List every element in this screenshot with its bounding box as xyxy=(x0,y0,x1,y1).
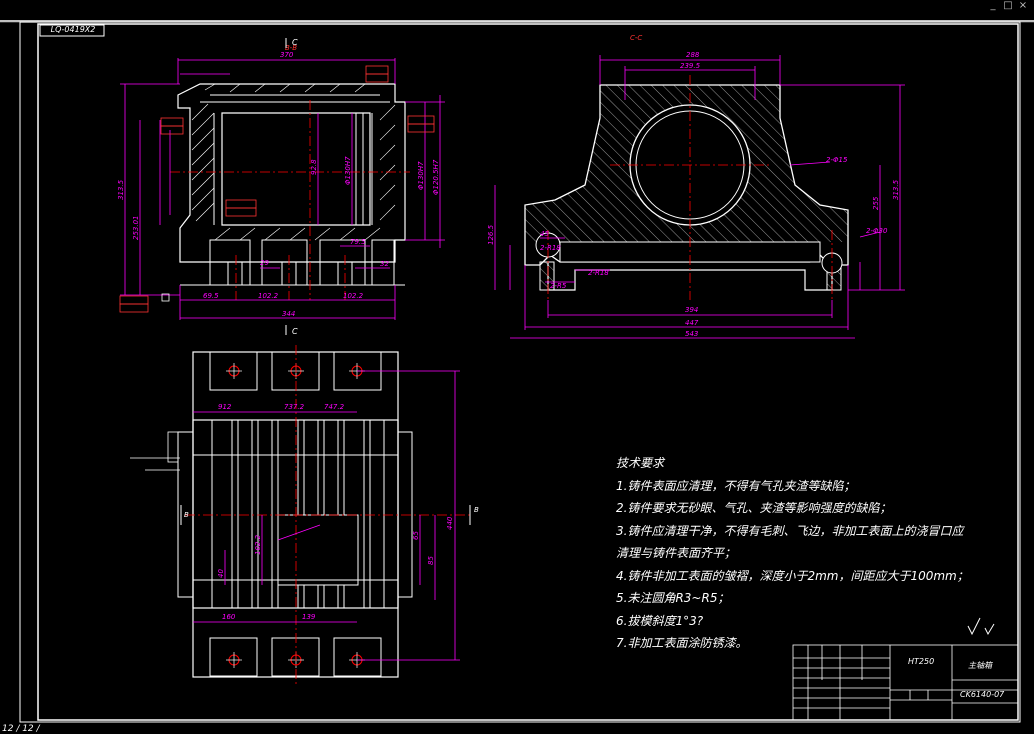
dim-right-hole: 2-Φ15 xyxy=(826,156,848,164)
title-material: HT250 xyxy=(908,657,934,666)
cut-marker-b-left: B xyxy=(184,511,189,519)
dim-plan-w3: 747.2 xyxy=(324,403,345,411)
dim-right-bottom1: 394 xyxy=(685,306,698,314)
dim-left-height: 313.5 xyxy=(117,179,125,200)
dim-left-bottom-c: 102.2 xyxy=(343,292,364,300)
dim-left-top: 370 xyxy=(280,51,294,59)
cut-marker-c-top: C xyxy=(292,38,298,47)
dim-plan-w1: 912 xyxy=(218,403,232,411)
dim-plan-small: 40 xyxy=(217,569,225,578)
dim-left-bottom-a: 69.5 xyxy=(203,292,219,300)
tech-item-5: 5.未注圆角R3~R5； xyxy=(616,591,730,605)
cut-marker-c-bottom: C xyxy=(292,327,298,336)
drawing-id-label: LQ-0419X2 xyxy=(50,25,96,34)
title-block xyxy=(792,644,1019,721)
title-part-number: CK6140-07 xyxy=(960,690,1005,699)
tech-item-3-cont: 清理与铸件表面齐平； xyxy=(616,546,737,560)
dim-right-h2: 255 xyxy=(872,196,880,210)
title-name: 主轴箱 xyxy=(968,661,994,670)
dim-left-bottom-b: 102.2 xyxy=(258,292,279,300)
dim-plan-h2: 85 xyxy=(427,556,435,565)
status-text: 12 / 12 / xyxy=(2,724,40,734)
dim-right-hole3-b: 2-R18 xyxy=(588,269,609,277)
dim-right-small-1: 45 xyxy=(540,230,549,238)
dim-right-height: 313.5 xyxy=(892,179,900,200)
tech-item-6: 6.拔模斜度1°3? xyxy=(616,613,704,628)
dim-right-bottom3: 543 xyxy=(685,330,698,338)
dim-right-top: 288 xyxy=(686,51,700,59)
dim-left-bottom-total: 344 xyxy=(282,310,295,318)
dim-left-small-3: 32 xyxy=(380,260,389,268)
dim-right-hole3-c: 2-R5 xyxy=(550,282,567,290)
tech-item-2: 2.铸件要求无砂眼、气孔、夹渣等影响强度的缺陷； xyxy=(616,501,892,515)
tech-item-4: 4.铸件非加工表面的皱褶，深度小于2mm，间距应大于100mm； xyxy=(616,568,969,583)
dim-left-height2: 253.01 xyxy=(132,216,140,241)
cut-marker-b-right: B xyxy=(474,506,479,514)
dim-right-left-h: 126.5 xyxy=(487,224,495,245)
plan-view: 912 737.2 747.2 440 160 139 65 85 102.2 … xyxy=(130,345,479,685)
dim-left-bore2: Φ120.5H7 xyxy=(432,159,440,195)
section-view-cc: C-C 288 239.5 394 447 543 313.5 255 126.… xyxy=(487,34,905,339)
dim-left-bore-b: Φ130H7 xyxy=(417,161,425,190)
dim-right-bottom2: 447 xyxy=(685,319,699,327)
dim-right-hole2: 2-Φ30 xyxy=(866,227,888,235)
dim-plan-w2: 737.2 xyxy=(284,403,305,411)
dim-right-hole3: 2-R18 xyxy=(540,244,561,252)
tech-item-3: 3.铸件应清理干净，不得有毛刺、飞边，非加工表面上的浇冒口应 xyxy=(616,523,964,538)
dim-left-small-1: 29 xyxy=(260,259,269,267)
roughness-symbol xyxy=(967,617,995,636)
tech-requirements: 技术要求 1.铸件表面应清理，不得有气孔夹渣等缺陷； 2.铸件要求无砂眼、气孔、… xyxy=(616,452,969,655)
dim-plan-b2: 139 xyxy=(302,613,316,621)
dim-plan-height: 440 xyxy=(446,516,454,530)
dim-left-inner: 92.8 xyxy=(310,159,318,175)
tech-item-7: 7.非加工表面涂防锈漆。 xyxy=(616,636,748,650)
dim-plan-b1: 160 xyxy=(222,613,236,621)
section-label-cc: C-C xyxy=(630,34,642,42)
dim-left-bore: Φ130H7 xyxy=(344,156,352,185)
section-view-bb: 370 344 69.5 102.2 102.2 313.5 253.01 92… xyxy=(117,38,445,336)
dim-right-top2: 239.5 xyxy=(680,62,701,70)
tech-heading: 技术要求 xyxy=(616,456,665,470)
dim-left-small-2: 79.5 xyxy=(350,238,366,246)
dim-plan-h1: 65 xyxy=(412,531,420,540)
tech-item-1: 1.铸件表面应清理，不得有气孔夹渣等缺陷； xyxy=(616,478,856,493)
dim-plan-h3: 102.2 xyxy=(254,534,262,555)
